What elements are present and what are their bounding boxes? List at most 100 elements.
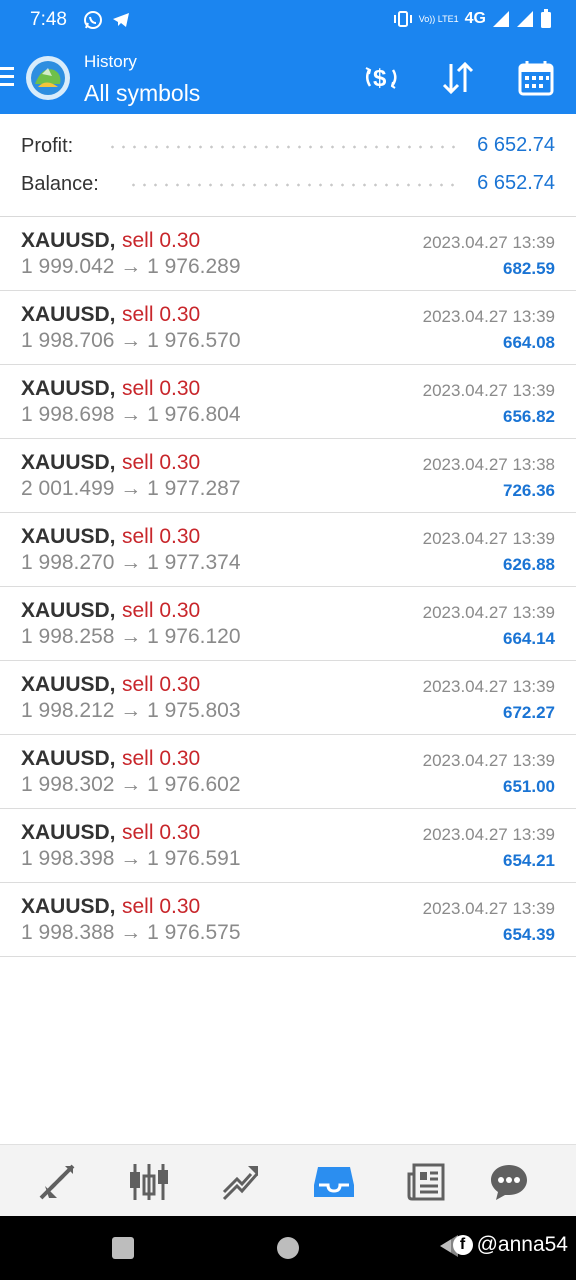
trade-profit: 682.59 (503, 259, 555, 278)
account-summary: Profit: 6 652.74 Balance: 6 652.74 (0, 114, 576, 217)
balance-label: Balance: (21, 173, 107, 196)
status-time: 7:48 (30, 9, 67, 30)
trade-row[interactable]: XAUUSD, sell 0.30 1 998.706 → 1 976.570 202… (0, 291, 576, 365)
trade-side: sell 0.30 (122, 599, 201, 622)
trade-side: sell 0.30 (122, 525, 201, 548)
trade-row[interactable]: XAUUSD, sell 0.30 1 999.042 → 1 976.289 202… (0, 217, 576, 291)
trade-row[interactable]: XAUUSD, sell 0.30 1 998.212 → 1 975.803 202… (0, 661, 576, 735)
trade-row[interactable]: XAUUSD, sell 0.30 1 998.698 → 1 976.804 202… (0, 365, 576, 439)
telegram-icon (111, 10, 131, 35)
trade-side: sell 0.30 (122, 895, 201, 918)
trade-symbol: XAUUSD, (21, 377, 116, 400)
watermark: f @anna54 (450, 1233, 570, 1257)
trade-prices: 1 998.270 → 1 977.374 (21, 551, 241, 574)
trade-time: 2023.04.27 13:39 (422, 381, 555, 400)
profit-label: Profit: (21, 135, 82, 158)
system-nav-bar: f @anna54 (0, 1216, 576, 1280)
trade-row[interactable]: XAUUSD, sell 0.30 1 998.398 → 1 976.591 202… (0, 809, 576, 883)
trade-row[interactable]: XAUUSD, sell 0.30 1 998.302 → 1 976.602 202… (0, 735, 576, 809)
app-bar: History All symbols $ (0, 40, 576, 114)
trade-time: 2023.04.27 13:38 (422, 455, 555, 474)
trade-prices: 1 998.212 → 1 975.803 (21, 699, 241, 722)
trade-side: sell 0.30 (122, 673, 201, 696)
svg-text:$: $ (373, 65, 387, 92)
trade-side: sell 0.30 (122, 451, 201, 474)
signal-icon (492, 10, 510, 28)
trade-side: sell 0.30 (122, 821, 201, 844)
trade-symbol: XAUUSD, (21, 525, 116, 548)
whatsapp-icon (83, 10, 103, 35)
trade-prices: 1 998.388 → 1 976.575 (21, 921, 241, 944)
trade-profit: 672.27 (503, 703, 555, 722)
trade-symbol: XAUUSD, (21, 303, 116, 326)
trade-prices: 1 998.398 → 1 976.591 (21, 847, 241, 870)
home-button[interactable] (277, 1237, 299, 1259)
status-bar: 7:48 Vo)) LTE1 4G (0, 0, 576, 40)
app-bar-title[interactable]: All symbols (84, 80, 200, 107)
trade-prices: 2 001.499 → 1 977.287 (21, 477, 241, 500)
balance-value: 6 652.74 (469, 172, 555, 195)
trade-profit: 654.39 (503, 925, 555, 944)
news-icon[interactable] (403, 1159, 449, 1205)
trade-row[interactable]: XAUUSD, sell 0.30 1 998.258 → 1 976.120 202… (0, 587, 576, 661)
trade-profit: 626.88 (503, 555, 555, 574)
trade-time: 2023.04.27 13:39 (422, 233, 555, 252)
trade-time: 2023.04.27 13:39 (422, 899, 555, 918)
signal-2-icon (516, 10, 534, 28)
trade-profit: 656.82 (503, 407, 555, 426)
volte-indicator: Vo)) LTE1 (418, 13, 459, 24)
watermark-handle: @anna54 (476, 1233, 568, 1256)
trade-profit: 651.00 (503, 777, 555, 796)
trade-symbol: XAUUSD, (21, 747, 116, 770)
battery-icon (540, 9, 552, 29)
trade-icon[interactable] (218, 1159, 264, 1205)
chart-candles-icon[interactable] (126, 1159, 172, 1205)
vibrate-icon (393, 10, 413, 28)
network-type: 4G (464, 10, 486, 27)
trade-side: sell 0.30 (122, 303, 201, 326)
trade-profit: 726.36 (503, 481, 555, 500)
trade-time: 2023.04.27 13:39 (422, 529, 555, 548)
facebook-icon: f (452, 1235, 473, 1255)
trade-time: 2023.04.27 13:39 (422, 307, 555, 326)
calendar-icon[interactable] (516, 58, 556, 98)
trade-prices: 1 998.258 → 1 976.120 (21, 625, 241, 648)
trade-symbol: XAUUSD, (21, 673, 116, 696)
trade-symbol: XAUUSD, (21, 895, 116, 918)
chat-icon[interactable] (486, 1159, 532, 1205)
sort-icon[interactable] (438, 58, 478, 98)
trade-prices: 1 999.042 → 1 976.289 (21, 255, 241, 278)
quotes-icon[interactable] (34, 1159, 80, 1205)
app-logo (24, 54, 72, 102)
trade-time: 2023.04.27 13:39 (422, 825, 555, 844)
currency-exchange-icon[interactable]: $ (361, 58, 401, 98)
trade-side: sell 0.30 (122, 229, 201, 252)
dotted-leader (128, 183, 459, 187)
dotted-leader (107, 145, 459, 149)
profit-row: Profit: 6 652.74 (21, 131, 555, 161)
trade-time: 2023.04.27 13:39 (422, 751, 555, 770)
trade-profit: 654.21 (503, 851, 555, 870)
trade-symbol: XAUUSD, (21, 451, 116, 474)
trade-time: 2023.04.27 13:39 (422, 603, 555, 622)
trade-row[interactable]: XAUUSD, sell 0.30 1 998.270 → 1 977.374 202… (0, 513, 576, 587)
trade-prices: 1 998.706 → 1 976.570 (21, 329, 241, 352)
app-bar-subtitle: History (84, 52, 137, 71)
trade-prices: 1 998.302 → 1 976.602 (21, 773, 241, 796)
trade-symbol: XAUUSD, (21, 599, 116, 622)
bottom-nav (0, 1144, 576, 1217)
history-inbox-icon[interactable] (311, 1159, 357, 1205)
balance-row: Balance: 6 652.74 (21, 169, 555, 199)
trade-symbol: XAUUSD, (21, 229, 116, 252)
trade-time: 2023.04.27 13:39 (422, 677, 555, 696)
trade-row[interactable]: XAUUSD, sell 0.30 2 001.499 → 1 977.287 202… (0, 439, 576, 513)
trade-side: sell 0.30 (122, 377, 201, 400)
menu-icon[interactable] (0, 67, 14, 89)
trade-history-list: XAUUSD, sell 0.30 1 999.042 → 1 976.289 202… (0, 217, 576, 957)
trade-profit: 664.14 (503, 629, 555, 648)
profit-value: 6 652.74 (469, 134, 555, 157)
trade-row[interactable]: XAUUSD, sell 0.30 1 998.388 → 1 976.575 202… (0, 883, 576, 957)
trade-symbol: XAUUSD, (21, 821, 116, 844)
trade-profit: 664.08 (503, 333, 555, 352)
recents-button[interactable] (112, 1237, 134, 1259)
